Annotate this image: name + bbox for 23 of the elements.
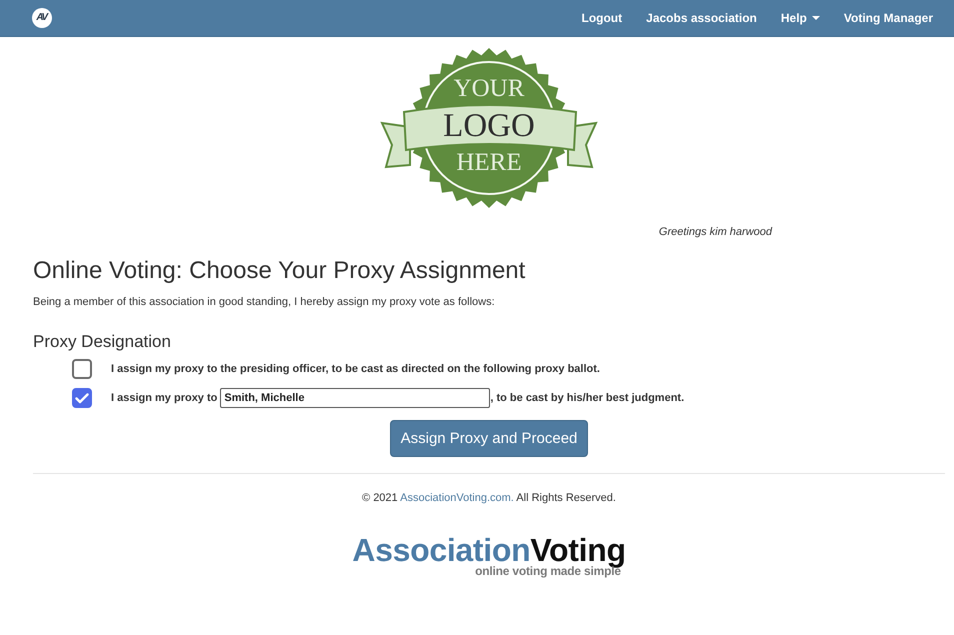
nav-link[interactable]: Help	[780, 11, 820, 25]
copyright-text: © 2021 AssociationVoting.com. All Rights Reserved.	[361, 491, 617, 505]
logo-text: YOUR	[454, 75, 524, 102]
page-title: Online Voting: Choose Your Proxy Assignment	[33, 257, 526, 285]
greeting-text: Greetings kim harwood	[658, 225, 772, 239]
proxy-name-field[interactable]: Smith, Michelle	[220, 388, 490, 408]
brand-tagline: online voting made simple	[475, 565, 621, 577]
nav-link[interactable]: Voting Manager	[844, 11, 933, 25]
logo-text: HERE	[456, 149, 522, 176]
checkbox[interactable]	[72, 359, 92, 379]
option-label: , to be cast by his/her best judgment.	[490, 392, 684, 404]
intro-text: Being a member of this association in good standing, I hereby assign my proxy vote as follows:	[33, 295, 496, 310]
assign-proxy-button[interactable]: Assign Proxy and Proceed	[390, 420, 588, 457]
check-icon	[75, 392, 89, 404]
website-link[interactable]: AssociationVoting.com.	[400, 492, 514, 504]
logo-text: LOGO	[443, 108, 535, 144]
checkbox[interactable]	[72, 388, 92, 408]
section-title: Proxy Designation	[33, 332, 172, 352]
nav-link[interactable]: Jacobs association	[646, 11, 757, 25]
brand-logo[interactable]: AV	[32, 8, 52, 28]
option-label: I assign my proxy to	[111, 392, 218, 404]
option-label: I assign my proxy to the presiding officer, to be cast as directed on the following proxy ballot.	[111, 363, 600, 375]
nav-link[interactable]: Logout	[581, 11, 622, 25]
